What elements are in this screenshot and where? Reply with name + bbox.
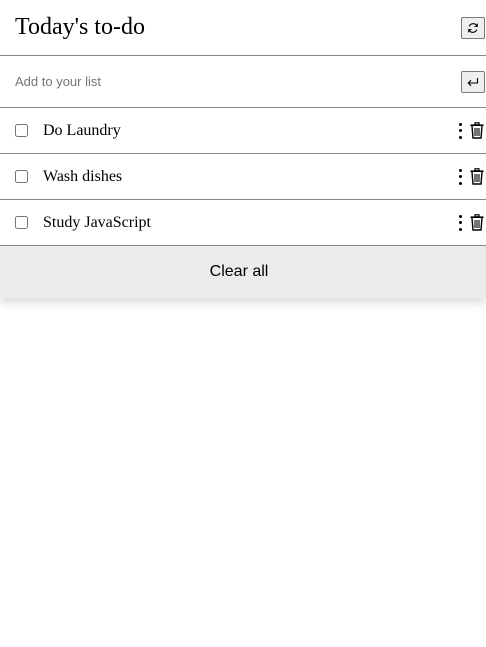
todo-app: Today's to-do Do Laundry: [0, 0, 486, 298]
more-options-icon[interactable]: [456, 214, 464, 232]
trash-icon[interactable]: [470, 214, 484, 231]
add-item-input[interactable]: [15, 74, 395, 89]
add-submit-button[interactable]: [461, 70, 485, 93]
task-item: Wash dishes: [0, 154, 486, 200]
more-options-icon[interactable]: [456, 122, 464, 140]
refresh-button[interactable]: [461, 16, 485, 39]
task-actions: [456, 122, 484, 140]
page-title: Today's to-do: [15, 14, 145, 40]
task-actions: [456, 214, 484, 232]
task-item: Study JavaScript: [0, 200, 486, 246]
task-list: Do Laundry Wash dishes Study JavaScript: [0, 108, 486, 246]
task-label: Do Laundry: [43, 121, 121, 139]
enter-icon: [467, 77, 479, 86]
add-item-row: [0, 56, 486, 108]
task-checkbox[interactable]: [15, 124, 28, 137]
refresh-icon: [468, 22, 478, 33]
more-options-icon[interactable]: [456, 168, 464, 186]
task-checkbox[interactable]: [15, 170, 28, 183]
trash-icon[interactable]: [470, 122, 484, 139]
clear-all-button[interactable]: Clear all: [0, 246, 486, 298]
task-checkbox[interactable]: [15, 216, 28, 229]
task-actions: [456, 168, 484, 186]
task-item: Do Laundry: [0, 108, 486, 154]
trash-icon[interactable]: [470, 168, 484, 185]
task-label: Study JavaScript: [43, 213, 151, 231]
header: Today's to-do: [0, 0, 486, 56]
task-label: Wash dishes: [43, 167, 123, 185]
